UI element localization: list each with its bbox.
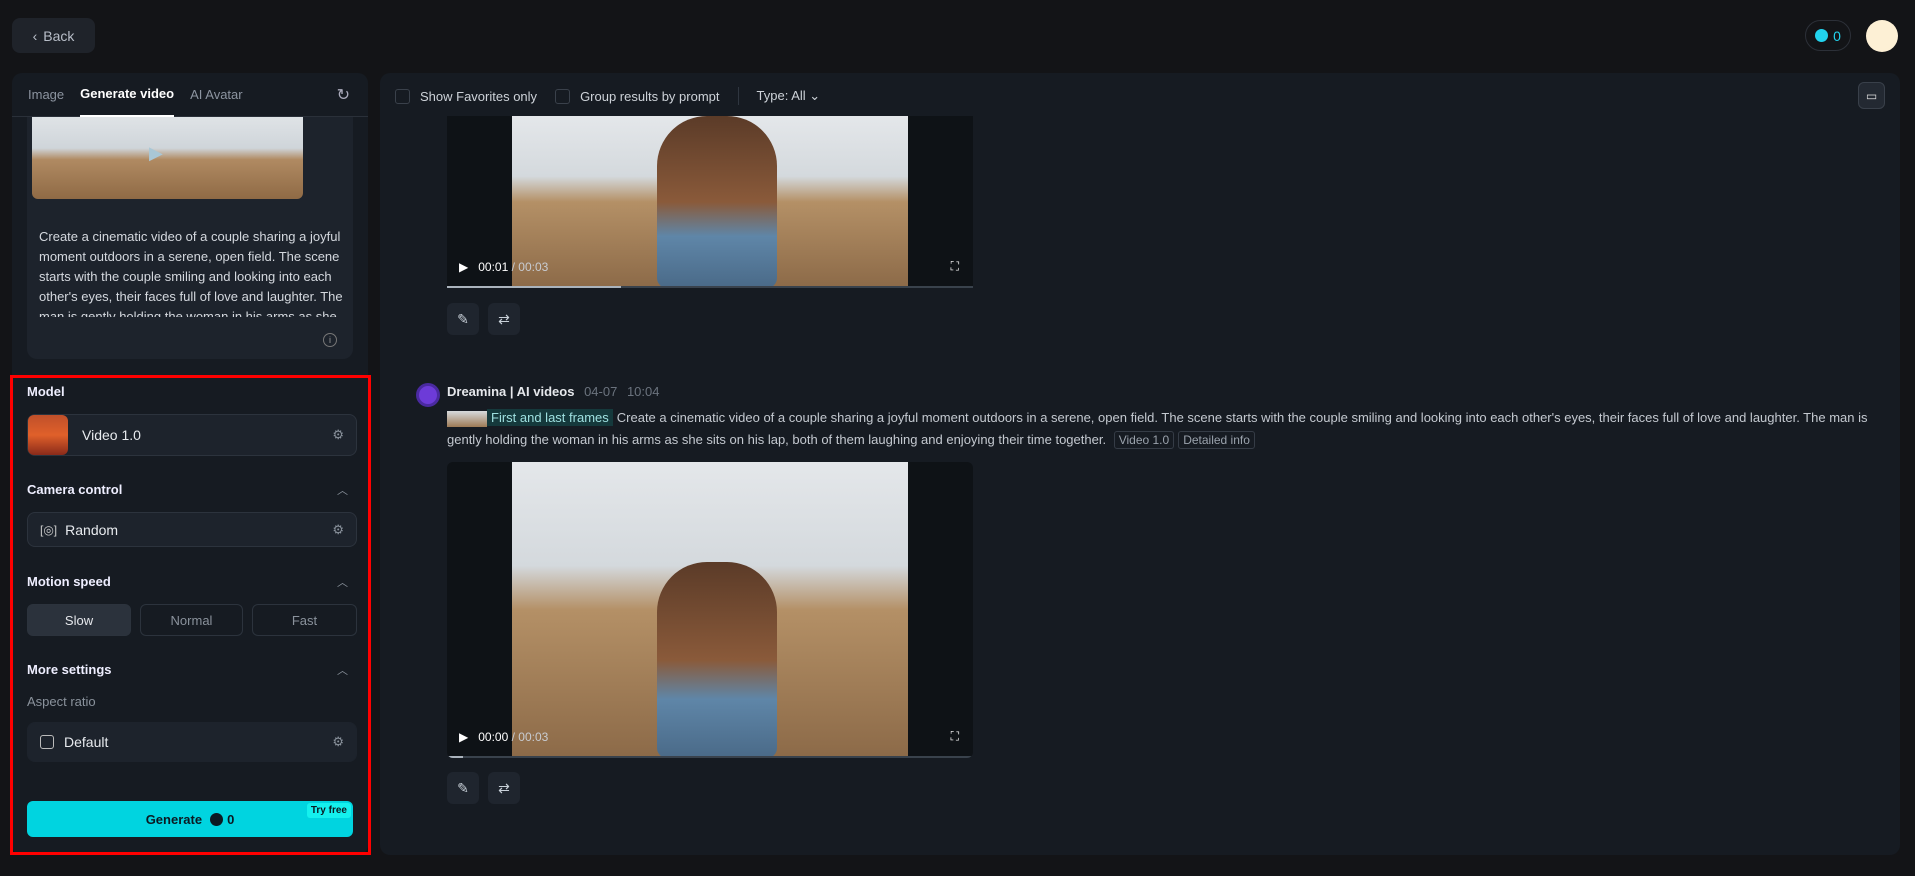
tab-image[interactable]: Image (28, 87, 64, 102)
arrow-icon: ▶ (149, 143, 163, 163)
aspect-ratio-label: Aspect ratio (27, 694, 96, 709)
sliders-icon: ⚙ (332, 521, 344, 537)
last-frame-thumbnail[interactable] (157, 117, 303, 199)
model-thumbnail (28, 415, 68, 455)
mode-tabs: Image Generate video AI Avatar ↻ (12, 73, 368, 117)
aspect-icon (40, 735, 54, 749)
model-tag[interactable]: Video 1.0 (1113, 431, 1175, 449)
motion-fast-button[interactable]: Fast (252, 604, 357, 636)
model-selector[interactable]: Video 1.0 ⚙ (27, 414, 357, 456)
try-free-badge: Try free (306, 803, 351, 818)
reset-icon[interactable]: ↻ (337, 85, 350, 105)
user-avatar[interactable] (1866, 20, 1898, 52)
result-header: Dreamina | AI videos 04-07 10:04 (447, 384, 660, 399)
edit-button[interactable]: ✎ (447, 772, 479, 804)
folder-icon[interactable]: ▭ (1858, 82, 1885, 109)
credit-icon (1815, 29, 1829, 42)
frames-thumbnail (447, 410, 487, 427)
results-panel: Show Favorites only Group results by pro… (380, 73, 1900, 855)
sliders-icon: ⚙ (332, 734, 344, 749)
fullscreen-icon[interactable]: ⛶ (951, 259, 959, 274)
fullscreen-icon[interactable]: ⛶ (951, 729, 959, 744)
info-icon[interactable]: i (323, 333, 337, 347)
edit-button[interactable]: ✎ (447, 303, 479, 335)
video-player[interactable]: ▶ 00:01 / 00:03 ⛶ (447, 116, 973, 288)
model-label: Model (27, 384, 65, 399)
favorites-checkbox[interactable] (395, 88, 410, 104)
motion-speed-label: Motion speed (27, 574, 111, 589)
aspect-ratio-selector[interactable]: Default ⚙ (27, 722, 357, 762)
group-checkbox[interactable] (555, 88, 571, 104)
detailed-info-tag[interactable]: Detailed info (1178, 431, 1255, 449)
camera-control-label: Camera control (27, 482, 123, 497)
regenerate-button[interactable]: ⇄ (488, 303, 520, 335)
result-prompt: First and last frames Create a cinematic … (447, 409, 1868, 449)
play-icon[interactable]: ▶ (459, 260, 468, 274)
play-icon[interactable]: ▶ (459, 730, 468, 744)
credits-badge[interactable]: 0 (1805, 20, 1851, 51)
more-settings-label: More settings (27, 662, 112, 677)
credit-icon (210, 812, 224, 826)
sliders-icon: ⚙ (332, 427, 344, 442)
tab-generate-video[interactable]: Generate video (80, 73, 175, 117)
regenerate-button[interactable]: ⇄ (488, 772, 520, 804)
filter-bar: Show Favorites only Group results by pro… (395, 87, 820, 105)
prompt-box[interactable]: ▶ Create a cinematic video of a couple s… (27, 117, 353, 359)
chevron-left-icon: ‹ (32, 27, 38, 44)
chevron-up-icon[interactable]: ︿ (337, 482, 348, 498)
back-button[interactable]: ‹ Back (12, 18, 95, 53)
motion-slow-button[interactable]: Slow (27, 604, 131, 636)
generate-button[interactable]: Generate 0 Try free (27, 801, 353, 837)
video-player[interactable]: ▶ 00:00 / 00:03 ⛶ (447, 462, 973, 758)
chevron-up-icon[interactable]: ︿ (337, 574, 348, 590)
progress-bar[interactable] (447, 756, 973, 758)
progress-bar[interactable] (447, 286, 973, 288)
first-last-frames-tag: First and last frames (487, 409, 613, 426)
chevron-up-icon[interactable]: ︿ (337, 662, 348, 678)
camera-control-selector[interactable]: [◎] Random ⚙ (27, 512, 357, 547)
tab-ai-avatar[interactable]: AI Avatar (190, 87, 243, 102)
video-frame (512, 462, 908, 758)
type-filter-dropdown[interactable]: Type: All ⌄ (757, 88, 821, 104)
dreamina-avatar (416, 383, 440, 407)
camera-focus-icon: [◎] (40, 522, 58, 537)
video-frame (512, 116, 908, 288)
prompt-text[interactable]: Create a cinematic video of a couple sha… (39, 227, 345, 317)
motion-normal-button[interactable]: Normal (140, 604, 243, 636)
